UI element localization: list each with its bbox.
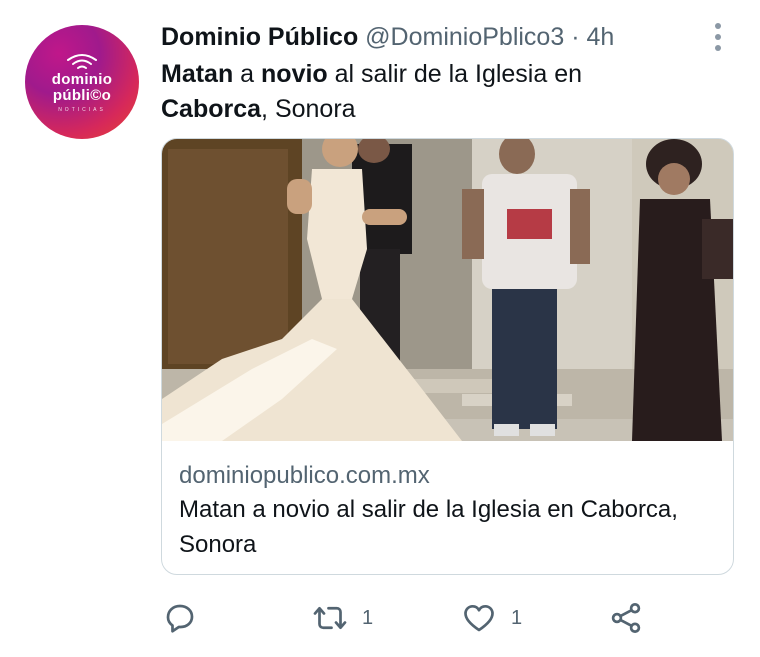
tweet-text-segment: novio (261, 60, 328, 88)
like-count: 1 (511, 606, 523, 629)
author-handle[interactable]: @DominioPblico3 (365, 23, 564, 51)
retweet-button[interactable]: 1 (312, 600, 373, 636)
retweet-count: 1 (362, 606, 374, 629)
author-name[interactable]: Dominio Público (161, 23, 358, 51)
avatar[interactable]: dominio públi©o NOTICIAS (25, 25, 139, 139)
action-bar: 1 1 (0, 590, 760, 650)
tweet-text-segment: al salir de la Iglesia en (327, 60, 583, 88)
tweet-text: Matan a novio al salir de la Iglesia en … (161, 57, 721, 127)
share-icon (611, 603, 641, 633)
wifi-icon (67, 53, 97, 69)
share-button[interactable] (608, 600, 644, 636)
card-domain[interactable]: dominiopublico.com.mx (179, 460, 430, 492)
card-title[interactable]: Matan a novio al salir de la Iglesia en … (179, 492, 719, 562)
avatar-logo-tag: NOTICIAS (58, 106, 106, 113)
card-image[interactable] (162, 139, 734, 441)
reply-button[interactable] (162, 600, 212, 636)
reply-icon (166, 604, 194, 633)
tweet-text-segment: Matan (161, 60, 234, 88)
heart-icon (464, 604, 494, 632)
tweet-text-segment: Caborca (161, 95, 262, 123)
separator-dot: · (571, 23, 580, 51)
timestamp[interactable]: 4h (586, 23, 614, 51)
avatar-logo-line2: públi©o (52, 86, 112, 104)
tweet-text-segment: a (233, 60, 262, 88)
link-card[interactable]: dominiopublico.com.mx Matan a novio al s… (161, 138, 734, 575)
like-button[interactable]: 1 (461, 600, 522, 636)
avatar-logo-line1: dominio (51, 70, 113, 88)
retweet-icon (313, 606, 347, 630)
tweet-header: Dominio Público @DominioPblico3 · 4h (161, 20, 614, 54)
more-options-icon[interactable] (705, 20, 731, 54)
tweet-text-segment: , Sonora (261, 95, 356, 123)
